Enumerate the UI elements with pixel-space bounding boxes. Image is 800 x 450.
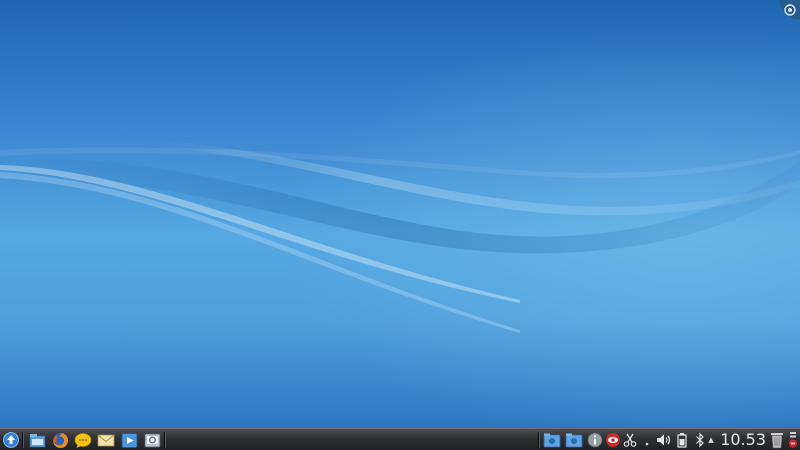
quicklaunch-firefox[interactable] xyxy=(51,431,69,449)
volume-icon xyxy=(657,434,671,446)
tray-device-notifier[interactable] xyxy=(543,431,561,449)
folder-activity-icon xyxy=(565,433,583,448)
tray-expand-arrow[interactable]: ▴ xyxy=(706,431,716,449)
quicklaunch-chat[interactable] xyxy=(74,431,92,449)
media-player-icon xyxy=(121,432,137,448)
screenshot-icon xyxy=(144,433,160,447)
firefox-icon xyxy=(52,432,68,448)
wallpaper-swoosh xyxy=(0,0,800,428)
quicklaunch-mail[interactable] xyxy=(97,431,115,449)
eye-icon xyxy=(606,433,620,447)
bluetooth-icon xyxy=(696,432,704,448)
scissors-icon xyxy=(623,433,637,447)
quicklaunch-media-player[interactable] xyxy=(120,431,138,449)
tray-battery[interactable] xyxy=(673,431,691,449)
desktop-wallpaper[interactable] xyxy=(0,0,800,428)
tray-eye[interactable] xyxy=(604,431,622,449)
trash-button[interactable] xyxy=(768,431,786,449)
mail-icon xyxy=(97,434,115,447)
file-manager-icon xyxy=(29,433,45,447)
kde-kickoff-icon xyxy=(3,432,19,448)
application-launcher-button[interactable] xyxy=(2,431,20,449)
clock[interactable]: 10.53 xyxy=(720,430,766,450)
battery-icon xyxy=(677,433,687,448)
tray-volume[interactable] xyxy=(654,431,672,449)
quicklaunch-separator xyxy=(164,432,166,448)
panel-options-icon xyxy=(789,432,797,448)
folder-camera-icon xyxy=(543,433,561,448)
info-icon xyxy=(587,432,603,448)
trash-icon xyxy=(771,433,783,449)
launcher-separator xyxy=(22,432,24,448)
tray-activities[interactable] xyxy=(565,431,583,449)
quicklaunch-screenshot[interactable] xyxy=(143,431,161,449)
dot-icon xyxy=(645,442,649,446)
tray-separator xyxy=(538,432,540,448)
chat-icon xyxy=(74,432,92,448)
quicklaunch-file-manager[interactable] xyxy=(28,431,46,449)
taskbar: ▴ 10.53 xyxy=(0,428,800,450)
plasma-toolbox-icon xyxy=(784,4,796,16)
tray-info[interactable] xyxy=(586,431,604,449)
panel-toolbox-button[interactable] xyxy=(786,431,800,449)
tray-klipper[interactable] xyxy=(621,431,639,449)
